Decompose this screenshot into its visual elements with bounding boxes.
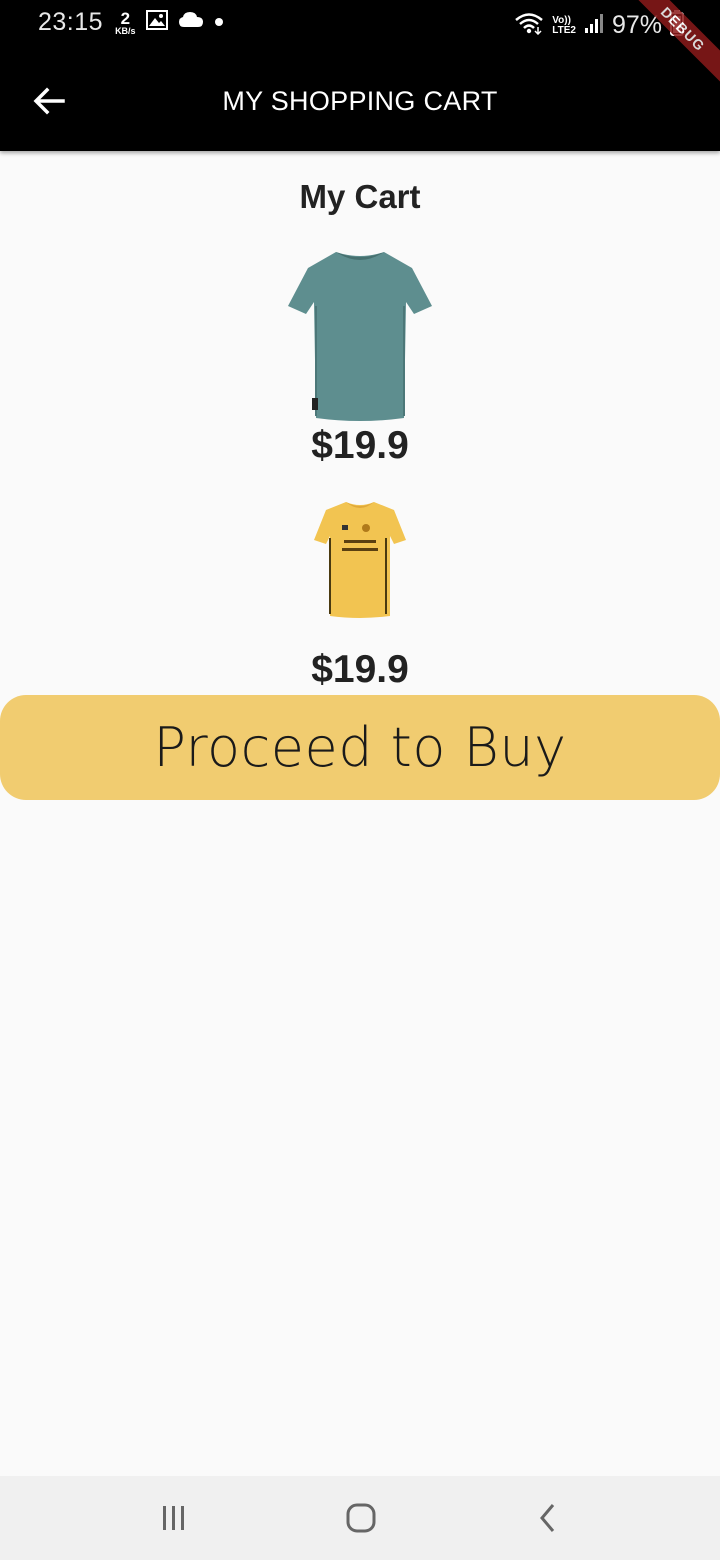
app-title: MY SHOPPING CART (222, 86, 498, 116)
teal-tshirt-image (286, 246, 434, 422)
item-price: $19.9 (311, 424, 409, 467)
status-left: 23:15 2 KB/s (38, 8, 224, 37)
phone-screen: 23:15 2 KB/s Vo)) LTE2 97% DEBUG MY SHOP… (0, 0, 720, 1560)
notification-dot-icon (214, 14, 224, 32)
item-price: $19.9 (311, 648, 409, 691)
home-icon (345, 1502, 377, 1539)
chevron-left-icon (536, 1502, 560, 1539)
signal-icon (584, 12, 604, 39)
back-nav-button[interactable] (528, 1500, 568, 1540)
data-speed: 2 KB/s (115, 10, 136, 36)
cart-heading: My Cart (299, 178, 421, 215)
status-time: 23:15 (38, 8, 104, 36)
cloud-icon (178, 11, 204, 34)
recent-apps-icon (159, 1504, 189, 1537)
data-speed-value: 2 (120, 8, 131, 28)
status-bar: 23:15 2 KB/s Vo)) LTE2 97% (0, 0, 720, 52)
recent-apps-button[interactable] (154, 1500, 194, 1540)
volte-bottom: LTE2 (552, 24, 576, 36)
home-button[interactable] (341, 1500, 381, 1540)
yellow-jersey-image (312, 498, 408, 620)
app-bar: MY SHOPPING CART (0, 52, 720, 151)
data-speed-unit: KB/s (115, 25, 136, 36)
proceed-to-buy-label: Proceed to Buy (153, 716, 567, 779)
volte-indicator: Vo)) LTE2 (552, 14, 576, 36)
volte-top: Vo)) (552, 14, 571, 26)
proceed-to-buy-button[interactable]: Proceed to Buy (0, 695, 720, 800)
gallery-icon (145, 10, 168, 35)
wifi-icon (514, 11, 544, 40)
navigation-bar (0, 1476, 720, 1560)
